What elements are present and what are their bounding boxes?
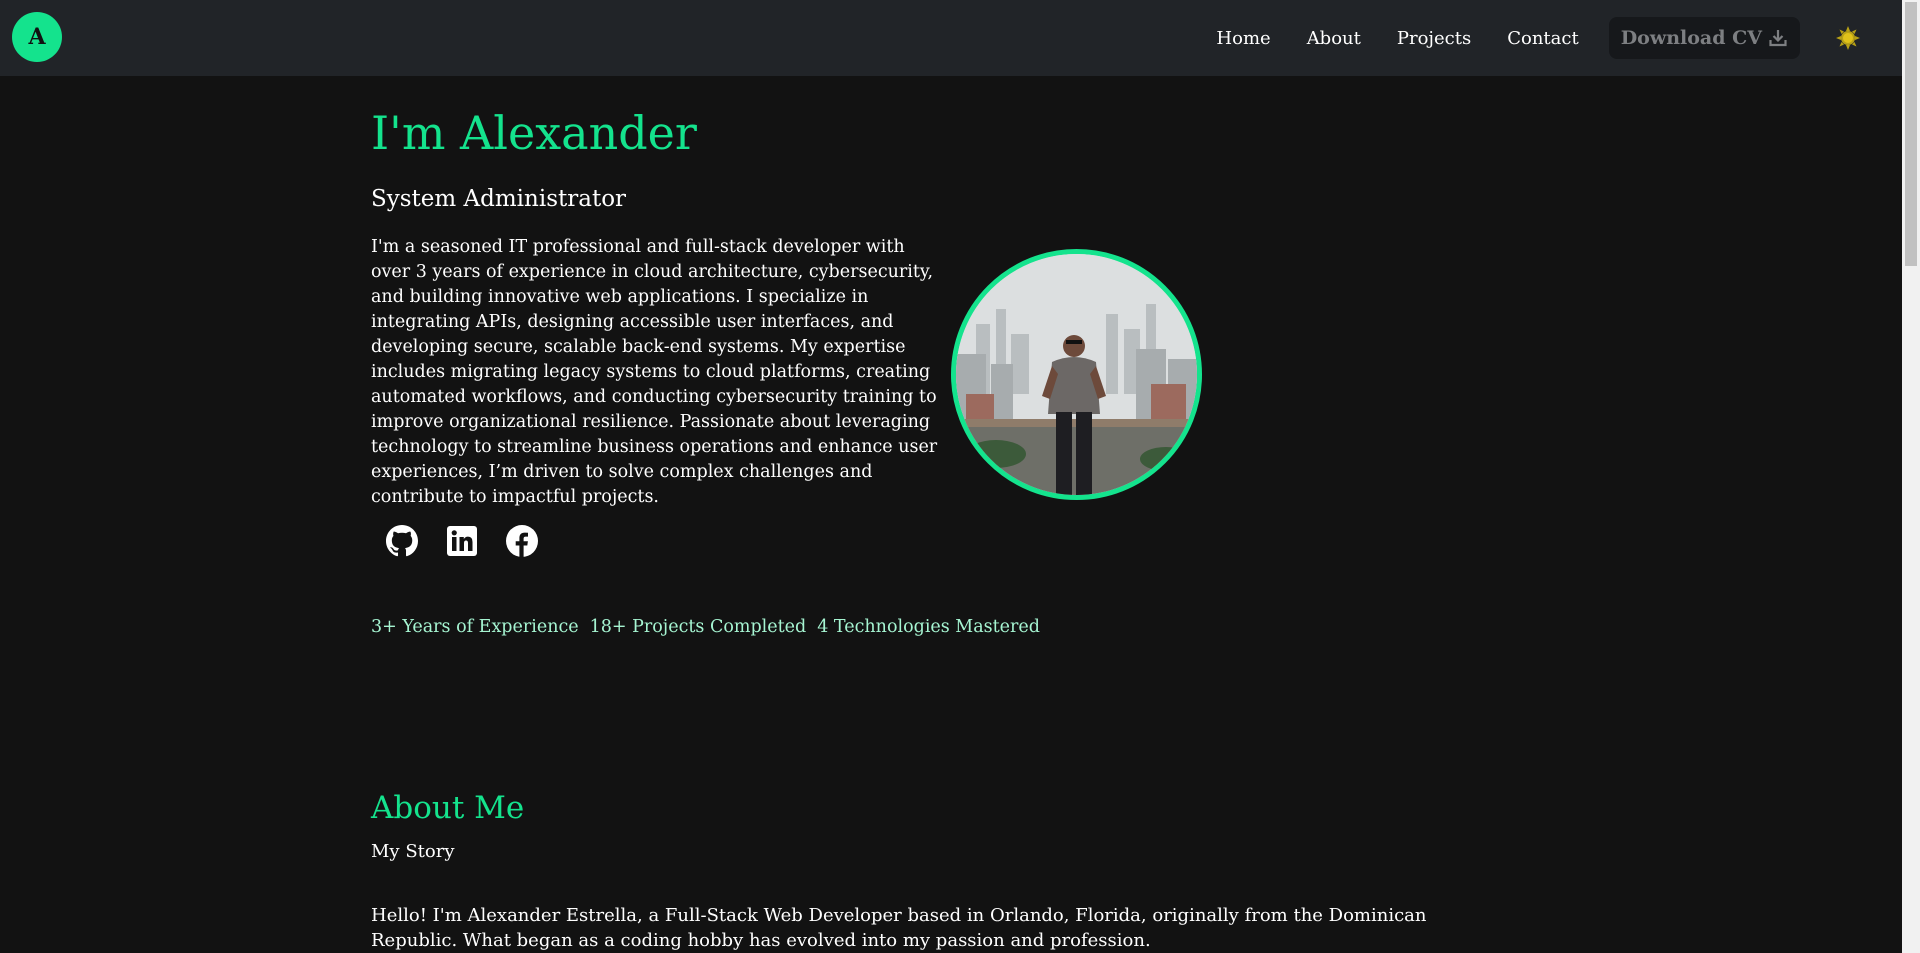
download-cv-label: Download CV [1620,27,1762,49]
scrollbar[interactable] [1902,0,1920,953]
about-title: About Me [371,790,525,826]
hero-subtitle: System Administrator [371,186,627,212]
linkedin-icon[interactable] [445,524,479,558]
about-body: Hello! I'm Alexander Estrella, a Full-St… [371,905,1427,951]
hero-title: I'm Alexander [371,106,697,160]
scrollbar-thumb[interactable] [1905,2,1917,266]
nav-link-about[interactable]: About [1307,28,1361,49]
stat-experience: 3+ Years of Experience [371,617,579,637]
nav-link-projects[interactable]: Projects [1397,28,1471,49]
navbar: A Home About Projects Contact Download C… [0,0,1902,76]
nav-links: Home About Projects Contact Download CV [1216,0,1862,76]
nav-link-home[interactable]: Home [1216,28,1270,49]
profile-photo [951,249,1202,500]
facebook-icon[interactable] [505,524,539,558]
sun-icon[interactable] [1834,24,1862,52]
nav-link-contact[interactable]: Contact [1507,28,1578,49]
stat-technologies: 4 Technologies Mastered [817,617,1040,637]
download-icon [1768,28,1788,48]
stats-row: 3+ Years of Experience 18+ Projects Comp… [371,617,1051,637]
social-links [385,524,565,558]
hero-bio: I'm a seasoned IT professional and full-… [371,237,938,507]
stat-projects: 18+ Projects Completed [589,617,807,637]
download-cv-button[interactable]: Download CV [1608,17,1800,59]
about-subtitle: My Story [371,841,455,862]
github-icon[interactable] [385,524,419,558]
logo[interactable]: A [12,12,62,62]
